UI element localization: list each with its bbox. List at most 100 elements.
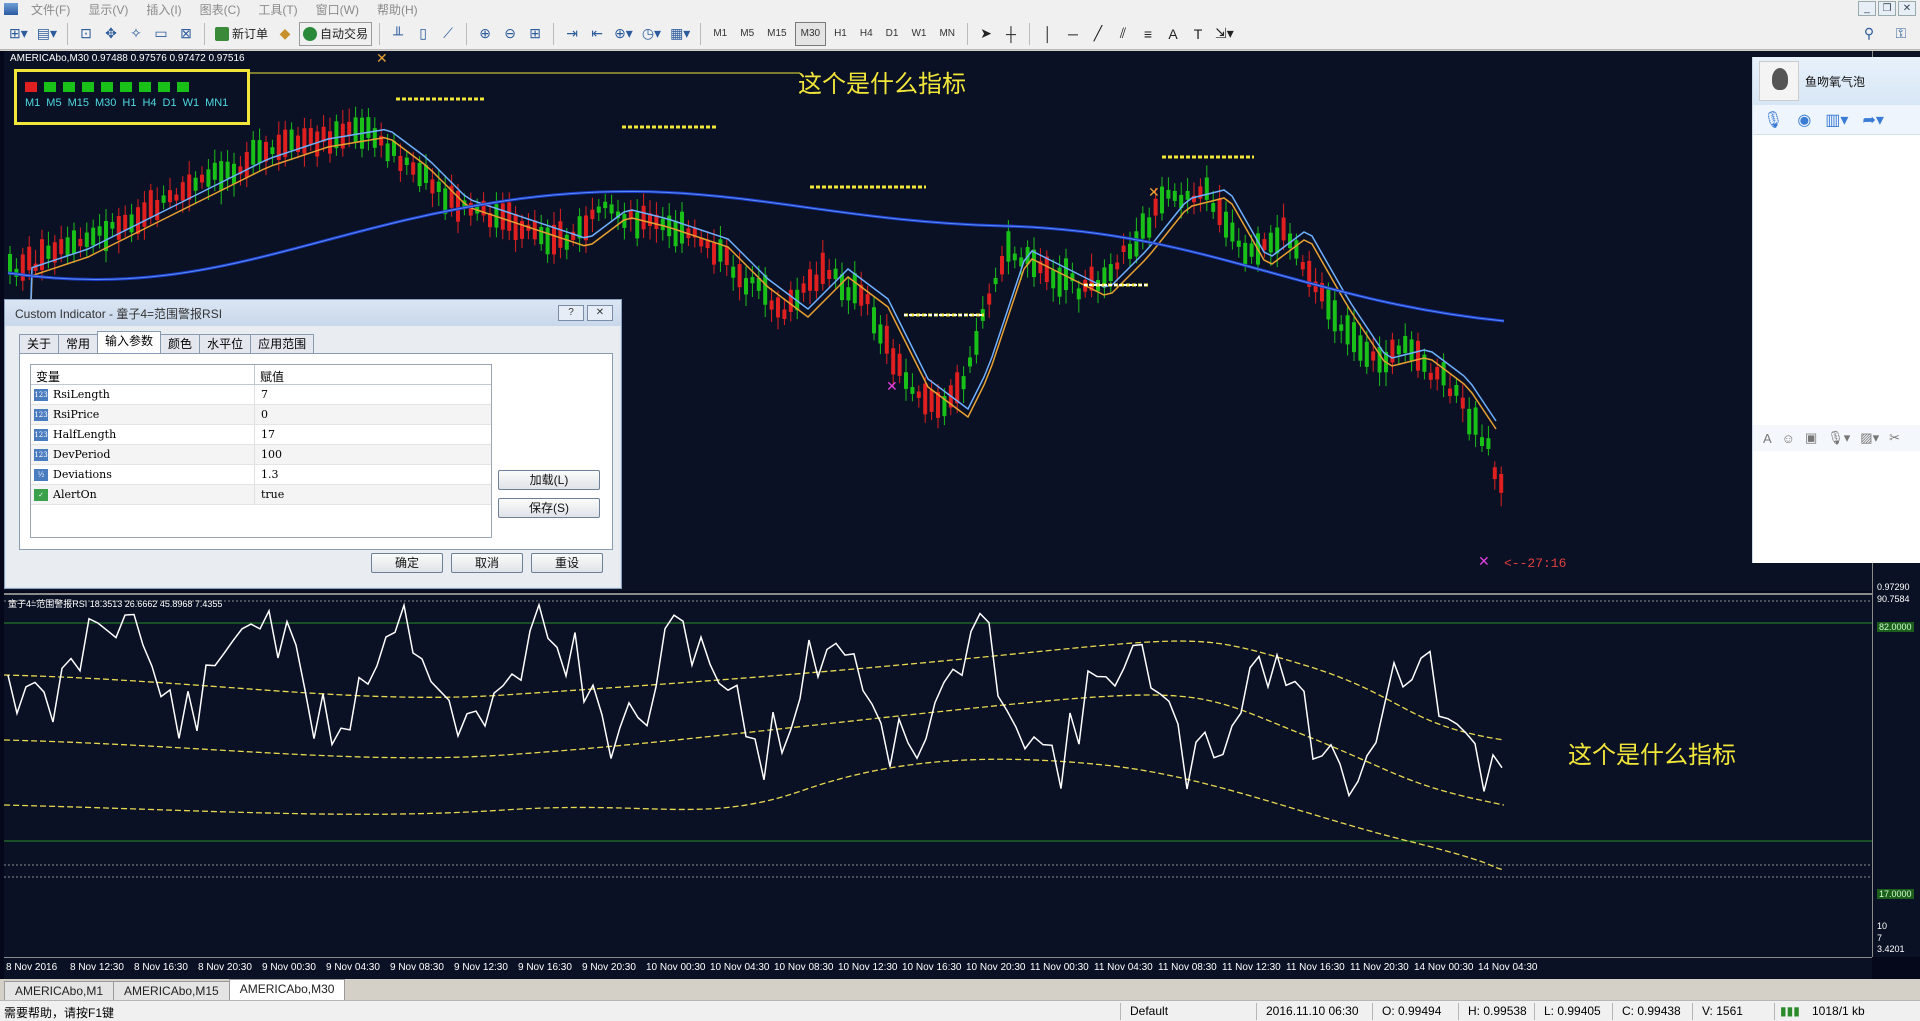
timeframe-m30[interactable]: M30: [794, 21, 827, 46]
new-order-button[interactable]: 新订单: [212, 22, 271, 46]
candlestick-icon[interactable]: ▯: [412, 22, 434, 46]
param-value[interactable]: true: [255, 488, 284, 501]
send-file-icon[interactable]: ➦▾: [1862, 110, 1883, 130]
auto-scroll-icon[interactable]: ⇥: [561, 22, 583, 46]
timeframe-m15[interactable]: M15: [762, 22, 791, 46]
text-label-icon[interactable]: T: [1187, 22, 1209, 46]
menu-view[interactable]: 显示(V): [79, 1, 137, 18]
time-label: 9 Nov 04:30: [326, 962, 380, 973]
cancel-button[interactable]: 取消: [451, 553, 523, 573]
data-window-icon[interactable]: ✥: [100, 22, 122, 46]
avatar[interactable]: [1759, 61, 1799, 101]
param-name: Deviations: [53, 468, 112, 481]
ok-button[interactable]: 确定: [371, 553, 443, 573]
restore-icon[interactable]: ❐: [1878, 1, 1896, 16]
chart-tab[interactable]: AMERICAbo,M15: [113, 981, 230, 1000]
timeframe-h1[interactable]: H1: [829, 22, 852, 46]
indicators-icon[interactable]: ⊕▾: [611, 22, 636, 46]
table-row[interactable]: 123 DevPeriod 100: [31, 445, 491, 465]
templates-icon[interactable]: ▦▾: [667, 22, 693, 46]
emoji-icon[interactable]: ☺: [1782, 431, 1795, 446]
status-divider: [1692, 1003, 1693, 1020]
chart-shift-icon[interactable]: ⇤: [586, 22, 608, 46]
equidistant-channel-icon[interactable]: ⫽: [1112, 22, 1134, 46]
tab-common[interactable]: 常用: [58, 334, 99, 353]
screen-share-icon[interactable]: ▥▾: [1825, 110, 1848, 130]
signal-square: [44, 82, 56, 92]
navigator-icon[interactable]: ✧: [125, 22, 147, 46]
param-value[interactable]: 7: [255, 388, 268, 401]
line-chart-icon[interactable]: ⟋: [437, 22, 459, 46]
microphone-icon[interactable]: 🎙: [1763, 110, 1783, 130]
indicator-subwindow[interactable]: 童子4=范围警报RSI 18.3513 26.6662 45.8968 7.43…: [4, 593, 1872, 957]
candle-body: [1012, 253, 1017, 261]
param-value[interactable]: 0: [255, 408, 268, 421]
table-row[interactable]: 123 RsiLength 7: [31, 385, 491, 405]
table-row[interactable]: ✓ AlertOn true: [31, 485, 491, 505]
font-icon[interactable]: A: [1763, 431, 1772, 446]
menu-help[interactable]: 帮助(H): [368, 1, 427, 18]
tab-about[interactable]: 关于: [19, 334, 60, 353]
image-icon[interactable]: ▨▾: [1860, 430, 1879, 446]
candle-body: [244, 151, 249, 178]
timeframe-d1[interactable]: D1: [881, 22, 904, 46]
load-button[interactable]: 加载(L): [498, 470, 600, 490]
menu-file[interactable]: 文件(F): [22, 1, 79, 18]
candle-body: [916, 391, 921, 398]
zoom-in-icon[interactable]: ⊕: [474, 22, 496, 46]
menu-tools[interactable]: 工具(T): [249, 1, 306, 18]
strategy-tester-icon[interactable]: ⊠: [175, 22, 197, 46]
new-chart-icon[interactable]: ⊞▾: [6, 22, 31, 46]
param-value[interactable]: 100: [255, 448, 282, 461]
horizontal-line-icon[interactable]: ─: [1062, 22, 1084, 46]
terminal-icon[interactable]: ▭: [150, 22, 172, 46]
menu-insert[interactable]: 插入(I): [137, 1, 190, 18]
chart-tab-active[interactable]: AMERICAbo,M30: [228, 979, 346, 1000]
auto-trading-button[interactable]: 自动交易: [299, 21, 373, 46]
tile-windows-icon[interactable]: ⊞: [524, 22, 546, 46]
cursor-icon[interactable]: ➤: [975, 22, 997, 46]
vertical-line-icon[interactable]: │: [1037, 22, 1059, 46]
menu-charts[interactable]: 图表(C): [191, 1, 250, 18]
param-value[interactable]: 1.3: [255, 468, 279, 481]
fibonacci-icon[interactable]: ≡: [1137, 22, 1159, 46]
trendline-icon[interactable]: ╱: [1087, 22, 1109, 46]
zoom-out-icon[interactable]: ⊖: [499, 22, 521, 46]
voice-icon[interactable]: 🎙▾: [1827, 430, 1850, 446]
screenshot-icon[interactable]: ✂: [1889, 430, 1900, 446]
timeframe-m1[interactable]: M1: [708, 22, 732, 46]
param-value[interactable]: 17: [255, 428, 275, 441]
camera-icon[interactable]: ◉: [1797, 110, 1811, 130]
tab-visualization[interactable]: 应用范围: [250, 334, 315, 353]
tab-inputs[interactable]: 输入参数: [97, 331, 162, 353]
save-button[interactable]: 保存(S): [498, 498, 600, 518]
timeframe-m5[interactable]: M5: [735, 22, 759, 46]
table-row[interactable]: 123 RsiPrice 0: [31, 405, 491, 425]
reset-button[interactable]: 重设: [531, 553, 603, 573]
toolbar-separator: [700, 22, 702, 45]
timeframe-h4[interactable]: H4: [855, 22, 878, 46]
text-icon[interactable]: A: [1162, 22, 1184, 46]
gif-icon[interactable]: ▣: [1805, 430, 1817, 446]
minimize-icon[interactable]: _: [1858, 1, 1876, 16]
timeframe-mn[interactable]: MN: [934, 22, 960, 46]
help-button[interactable]: ?: [558, 305, 584, 321]
dialog-close-button[interactable]: ✕: [587, 305, 613, 321]
table-row[interactable]: 123 HalfLength 17: [31, 425, 491, 445]
chart-tab[interactable]: AMERICAbo,M1: [4, 981, 115, 1000]
table-row[interactable]: ½ Deviations 1.3: [31, 465, 491, 485]
profiles-icon[interactable]: ▤▾: [34, 22, 60, 46]
search-icon[interactable]: ⚲: [1858, 22, 1880, 46]
bar-chart-icon[interactable]: ╨: [387, 22, 409, 46]
tab-colors[interactable]: 颜色: [160, 334, 201, 353]
crosshair-icon[interactable]: ┼: [1000, 22, 1022, 46]
timeframe-w1[interactable]: W1: [906, 22, 931, 46]
community-icon[interactable]: ⚿: [1890, 22, 1912, 46]
periods-icon[interactable]: ◷▾: [639, 22, 664, 46]
close-icon[interactable]: ✕: [1898, 1, 1916, 16]
market-watch-icon[interactable]: ⊡: [75, 22, 97, 46]
tab-levels[interactable]: 水平位: [199, 334, 252, 353]
metaeditor-icon[interactable]: ◆: [274, 22, 296, 46]
arrows-icon[interactable]: ⇲▾: [1212, 22, 1237, 46]
menu-window[interactable]: 窗口(W): [307, 1, 368, 18]
